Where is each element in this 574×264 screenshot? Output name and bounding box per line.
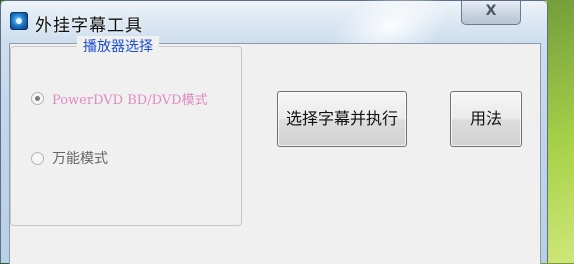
player-groupbox	[10, 46, 242, 226]
app-window: 外挂字幕工具 X 播放器选择 PowerDVD BD/DVD模式 万能模式 选择…	[0, 0, 548, 264]
radio-powerdvd-label: PowerDVD BD/DVD模式	[52, 93, 208, 108]
radio-indicator-checked[interactable]	[31, 92, 44, 105]
title-bar[interactable]: 外挂字幕工具 X	[1, 0, 547, 80]
select-subtitle-execute-button[interactable]: 选择字幕并执行	[277, 91, 407, 147]
radio-indicator[interactable]	[31, 151, 44, 165]
radio-universal[interactable]: 万能模式	[31, 148, 108, 168]
help-button[interactable]: 用法	[450, 91, 522, 147]
close-button[interactable]: X	[461, 1, 521, 25]
player-group-legend: 播放器选择	[77, 36, 159, 56]
radio-universal-label: 万能模式	[52, 151, 108, 167]
window-title: 外挂字幕工具	[35, 16, 143, 36]
radio-powerdvd[interactable]: PowerDVD BD/DVD模式	[31, 89, 208, 108]
app-icon	[10, 12, 28, 30]
